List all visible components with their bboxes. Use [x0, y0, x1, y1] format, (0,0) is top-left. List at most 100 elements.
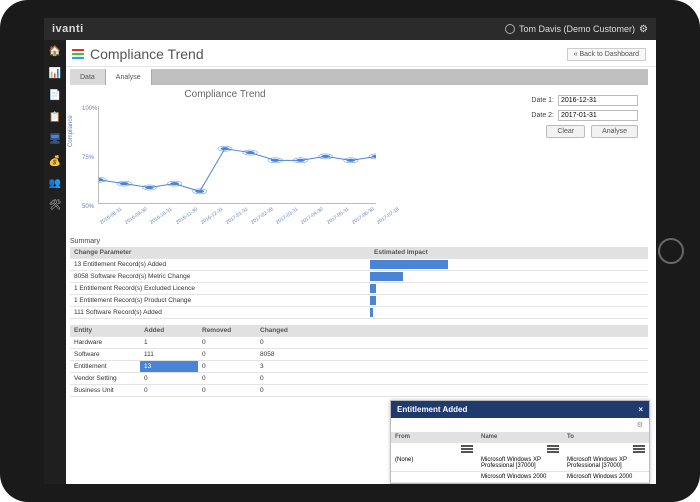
xtick: 2017-03-31	[275, 206, 299, 226]
xtick: 2017-05-31	[326, 206, 350, 226]
summary-param: 111 Software Record(s) Added	[70, 307, 370, 318]
close-icon[interactable]: ×	[638, 405, 643, 414]
date1-input[interactable]	[558, 95, 638, 106]
brand-logo: ivanti	[52, 23, 84, 35]
xtick: 2016-09-30	[124, 206, 148, 226]
device-icon[interactable]: 🖥	[48, 132, 62, 146]
entitlement-head-cell[interactable]: From	[391, 432, 477, 442]
date2-label: Date 2:	[520, 112, 554, 119]
tab-analyse[interactable]: Analyse	[106, 69, 152, 85]
entity-cell: 111	[140, 349, 198, 360]
summary-param: 8058 Software Record(s) Metric Change	[70, 271, 370, 282]
entity-cell: 0	[256, 337, 314, 348]
summary-impact	[370, 259, 648, 270]
xtick: 2016-12-31	[200, 206, 224, 226]
impact-bar	[370, 272, 403, 281]
xtick: 2017-06-30	[351, 206, 375, 226]
clear-button[interactable]: Clear	[546, 125, 585, 138]
tab-data[interactable]: Data	[70, 69, 106, 85]
entitlement-gear-row: ⚙	[391, 418, 649, 432]
entitlement-head-cell[interactable]: Name	[477, 432, 563, 442]
ytick: 50%	[82, 204, 94, 210]
chart-title: Compliance Trend	[70, 89, 380, 100]
entity-row[interactable]: Vendor Setting000	[70, 373, 648, 385]
avatar	[505, 24, 515, 34]
impact-bar	[370, 308, 373, 317]
filter-icon[interactable]	[633, 445, 645, 453]
entitlement-filter-cell[interactable]	[477, 443, 563, 455]
entity-row[interactable]: Hardware100	[70, 337, 648, 349]
entitlement-cell	[391, 472, 477, 482]
user-name: Tom Davis (Demo Customer)	[519, 24, 635, 34]
entitlement-cell: Microsoft Windows XP Professional [37000…	[563, 455, 649, 471]
date2-input[interactable]	[558, 110, 638, 121]
entitlement-row[interactable]: Microsoft Windows 2000Microsoft Windows …	[391, 472, 649, 483]
entitlement-cell: Microsoft Windows 2000	[477, 472, 563, 482]
date1-label: Date 1:	[520, 97, 554, 104]
entitlement-panel-header[interactable]: Entitlement Added ×	[391, 401, 649, 418]
money-icon[interactable]: 💰	[48, 154, 62, 168]
chart-plot: 2016-08-312016-09-302016-10-312016-11-30…	[98, 106, 376, 204]
entitlement-filter-cell[interactable]	[391, 443, 477, 455]
summary-row[interactable]: 1 Entitlement Record(s) Excluded Licence	[70, 283, 648, 295]
summary-impact	[370, 283, 648, 294]
entitlement-filter-cell[interactable]	[563, 443, 649, 455]
gear-icon[interactable]: ⚙	[637, 422, 643, 429]
entity-cell: 0	[140, 373, 198, 384]
summary-row[interactable]: 1 Entitlement Record(s) Product Change	[70, 295, 648, 307]
summary-impact	[370, 307, 648, 318]
gear-icon[interactable]: ⚙	[639, 24, 648, 35]
entitlement-cell: Microsoft Windows XP Professional [37000…	[477, 455, 563, 471]
summary-impact	[370, 295, 648, 306]
people-icon[interactable]: 👥	[48, 176, 62, 190]
entity-cell: 1	[140, 337, 198, 348]
entity-row[interactable]: Business Unit000	[70, 385, 648, 397]
page-title: Compliance Trend	[72, 46, 204, 62]
summary-row[interactable]: 111 Software Record(s) Added	[70, 307, 648, 319]
entity-cell: 3	[256, 361, 314, 372]
ytick: 100%	[82, 106, 97, 112]
filter-icon[interactable]	[461, 445, 473, 453]
impact-bar	[370, 284, 376, 293]
summary-param: 1 Entitlement Record(s) Excluded Licence	[70, 283, 370, 294]
tabs-bar: DataAnalyse	[70, 69, 648, 85]
entity-cell: 0	[198, 373, 256, 384]
chart-icon[interactable]: 📊	[48, 66, 62, 80]
entitlement-panel-title: Entitlement Added	[397, 405, 467, 414]
impact-bar	[370, 260, 448, 269]
entity-cell: 0	[256, 385, 314, 396]
doc-icon[interactable]: 📄	[48, 88, 62, 102]
entitlement-panel: Entitlement Added × ⚙ FromNameTo (None)M…	[390, 400, 650, 484]
entitlement-head-cell[interactable]: To	[563, 432, 649, 442]
menu-icon[interactable]	[72, 49, 84, 59]
entitlement-row[interactable]: (None)Microsoft Windows XP Professional …	[391, 455, 649, 472]
back-to-dashboard-button[interactable]: « Back to Dashboard	[567, 48, 646, 61]
user-area[interactable]: Tom Davis (Demo Customer) ⚙	[505, 24, 648, 35]
list-icon[interactable]: 📋	[48, 110, 62, 124]
entity-head-cell: Entity	[70, 325, 140, 336]
entity-cell: 13	[140, 361, 198, 372]
filter-icon[interactable]	[547, 445, 559, 453]
entitlement-cell: (None)	[391, 455, 477, 471]
entitlement-cell: Microsoft Windows 2000	[563, 472, 649, 482]
entity-cell: Business Unit	[70, 385, 140, 396]
home-icon[interactable]: 🏠	[48, 44, 62, 58]
entity-cell: 0	[256, 373, 314, 384]
summary-row[interactable]: 13 Entitlement Record(s) Added	[70, 259, 648, 271]
summary-impact	[370, 271, 648, 282]
entity-cell: Entitlement	[70, 361, 140, 372]
sidebar: 🏠 📊 📄 📋 🖥 💰 👥 🛠	[44, 40, 66, 484]
app-header: ivanti Tom Davis (Demo Customer) ⚙	[44, 18, 656, 40]
entity-row[interactable]: Entitlement1303	[70, 361, 648, 373]
entity-row[interactable]: Software11108058	[70, 349, 648, 361]
tools-icon[interactable]: 🛠	[48, 198, 62, 212]
entity-head: EntityAddedRemovedChanged	[70, 325, 648, 337]
summary-head-param: Change Parameter	[70, 247, 370, 258]
entity-cell: Vendor Setting	[70, 373, 140, 384]
summary-param: 1 Entitlement Record(s) Product Change	[70, 295, 370, 306]
summary-row[interactable]: 8058 Software Record(s) Metric Change	[70, 271, 648, 283]
analyse-button[interactable]: Analyse	[591, 125, 638, 138]
entity-cell: 0	[198, 337, 256, 348]
page-title-row: Compliance Trend « Back to Dashboard	[66, 40, 656, 67]
entity-cell: Software	[70, 349, 140, 360]
